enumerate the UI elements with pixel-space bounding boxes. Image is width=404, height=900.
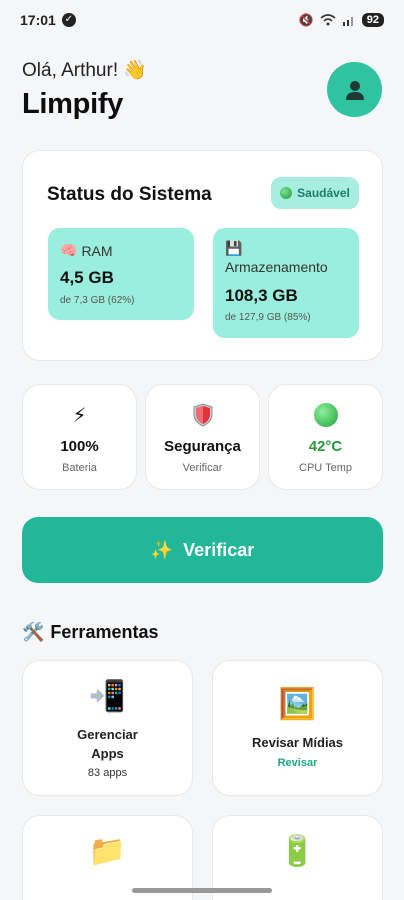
verify-button-label: Verificar <box>183 539 255 560</box>
phone-arrow-icon: 📲 <box>23 679 192 714</box>
shield-icon <box>146 403 259 429</box>
status-time: 17:01 <box>20 12 56 28</box>
tools-title-label: Ferramentas <box>50 622 159 642</box>
verify-button[interactable]: ✨ Verificar <box>22 517 383 583</box>
battery-card[interactable]: ⚡ 100% Bateria <box>22 384 137 490</box>
storage-label: Armazenamento <box>225 259 328 275</box>
ram-label: RAM <box>81 242 113 259</box>
floppy-disk-icon: 💾 <box>225 240 243 256</box>
battery-value: 100% <box>60 438 99 455</box>
storage-card[interactable]: 💾 Armazenamento 108,3 GB de 127,9 GB (85… <box>213 228 359 338</box>
tool-name-review-media: Revisar Mídias <box>251 735 344 750</box>
tool-sub-manage-apps: 83 apps <box>87 767 128 779</box>
security-label: Verificar <box>182 462 223 474</box>
system-status-card: Status do Sistema Saudável 🧠 RAM 4,5 GB … <box>22 150 383 361</box>
folder-icon: 📁 <box>23 834 192 869</box>
ram-card[interactable]: 🧠 RAM 4,5 GB de 7,3 GB (62%) <box>48 228 194 320</box>
cpu-temp-label: CPU Temp <box>299 462 352 474</box>
cpu-temp-value: 42°C <box>308 438 343 455</box>
green-dot-icon <box>269 403 382 429</box>
storage-detail: de 127,9 GB (85%) <box>225 312 311 323</box>
ram-detail: de 7,3 GB (62%) <box>60 295 135 306</box>
battery-indicator: 92 <box>361 13 384 27</box>
user-icon <box>345 80 364 100</box>
battery-label: Bateria <box>62 462 97 474</box>
storage-value: 108,3 GB <box>225 286 298 305</box>
status-badge: Saudável <box>271 177 359 209</box>
storage-label-row: 💾 Armazenamento <box>225 240 328 275</box>
sparkles-icon: ✨ <box>150 539 174 560</box>
status-bar-left: 17:01 ✓ <box>20 12 76 28</box>
ram-label-row: 🧠 RAM <box>60 242 113 259</box>
green-dot-icon <box>280 187 293 199</box>
phone-arrow-glyph: 📲 <box>88 680 127 713</box>
security-value: Segurança <box>164 438 241 455</box>
greeting-text: Olá, Arthur! 👋 <box>22 60 148 81</box>
wifi-icon <box>320 14 336 26</box>
tool-card-manage-apps[interactable]: 📲 Gerenciar Apps 83 apps <box>22 660 193 796</box>
signal-icon <box>342 17 353 26</box>
home-indicator[interactable] <box>132 888 272 893</box>
cpu-temp-card[interactable]: 42°C CPU Temp <box>268 384 383 490</box>
ram-value: 4,5 GB <box>60 268 114 287</box>
folder-glyph: 📁 <box>88 835 127 868</box>
status-badge-label: Saudável <box>297 186 350 200</box>
tool-card-review-media[interactable]: 🖼️ Revisar Mídias Revisar <box>212 660 383 796</box>
tool-sub-review-media[interactable]: Revisar <box>213 757 382 769</box>
lightning-icon: ⚡ <box>23 403 136 429</box>
tools-section-title: 🛠️ Ferramentas <box>22 622 158 643</box>
check-circle-icon: ✓ <box>61 13 76 27</box>
framed-picture-icon: 🖼️ <box>213 687 382 722</box>
battery-icon: 🔋 <box>213 834 382 869</box>
security-card[interactable]: Segurança Verificar <box>145 384 260 490</box>
lightning-glyph: ⚡ <box>72 405 87 427</box>
mute-icon: 🔇 <box>298 13 314 27</box>
brain-icon: 🧠 <box>60 242 78 258</box>
app-title: Limpify <box>22 88 124 120</box>
status-bar-right: 🔇 92 <box>299 13 384 27</box>
status-bar: 17:01 ✓ 🔇 92 <box>0 0 404 40</box>
battery-glyph: 🔋 <box>278 835 317 868</box>
avatar[interactable] <box>327 62 382 117</box>
tool-name-manage-apps: Gerenciar Apps <box>77 727 138 761</box>
hammer-wrench-icon: 🛠️ <box>22 622 45 642</box>
framed-picture-glyph: 🖼️ <box>278 688 317 721</box>
system-status-title: Status do Sistema <box>47 184 212 205</box>
